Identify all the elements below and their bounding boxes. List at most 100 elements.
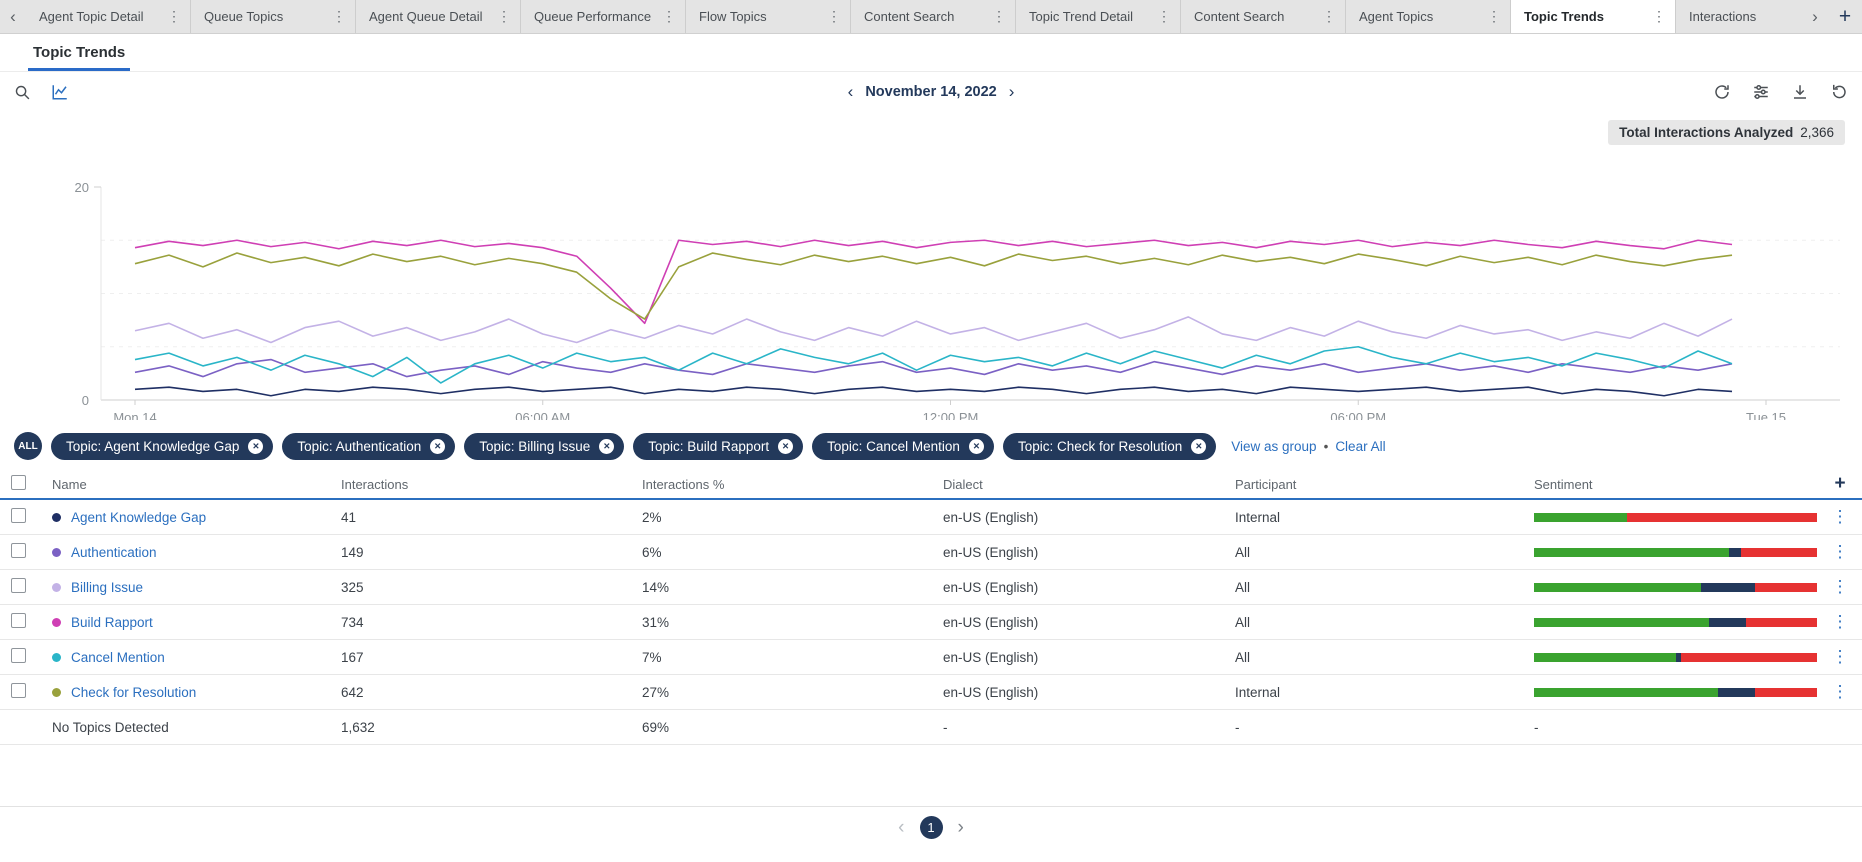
tab-menu-icon[interactable]: ⋮ bbox=[824, 8, 844, 25]
sentiment-segment bbox=[1681, 653, 1817, 662]
tab-topic-trend-detail[interactable]: Topic Trend Detail⋮ bbox=[1016, 0, 1181, 33]
download-icon bbox=[1791, 83, 1809, 101]
all-filter-button[interactable]: ALL bbox=[14, 432, 42, 460]
topic-link[interactable]: Check for Resolution bbox=[71, 685, 196, 700]
tab-queue-performance[interactable]: Queue Performance⋮ bbox=[521, 0, 686, 33]
interactions-cell: 41 bbox=[341, 510, 642, 525]
remove-filter-icon[interactable]: ✕ bbox=[1191, 439, 1206, 454]
add-column-icon[interactable]: + bbox=[1834, 473, 1845, 494]
tab-menu-icon[interactable]: ⋮ bbox=[659, 8, 679, 25]
topic-link[interactable]: Billing Issue bbox=[71, 580, 143, 595]
tab-agent-queue-detail[interactable]: Agent Queue Detail⋮ bbox=[356, 0, 521, 33]
date-label[interactable]: November 14, 2022 bbox=[865, 84, 996, 100]
row-checkbox[interactable] bbox=[11, 508, 26, 523]
remove-filter-icon[interactable]: ✕ bbox=[778, 439, 793, 454]
sentiment-cell bbox=[1534, 688, 1818, 697]
row-checkbox[interactable] bbox=[11, 683, 26, 698]
column-header-interactions[interactable]: Interactions bbox=[341, 477, 642, 492]
tab-interactions[interactable]: Interactions⋮ bbox=[1676, 0, 1802, 33]
filter-settings-button[interactable] bbox=[1750, 81, 1772, 103]
view-as-group-link[interactable]: View as group bbox=[1231, 439, 1316, 454]
column-header-dialect[interactable]: Dialect bbox=[943, 477, 1235, 492]
tabs-scroll-right-icon[interactable]: › bbox=[1802, 0, 1828, 33]
next-page-icon[interactable]: › bbox=[958, 817, 964, 839]
dialect-cell: en-US (English) bbox=[943, 545, 1235, 560]
tab-menu-icon[interactable]: ⋮ bbox=[329, 8, 349, 25]
row-menu-icon[interactable]: ⋮ bbox=[1832, 542, 1849, 561]
row-menu-icon[interactable]: ⋮ bbox=[1832, 647, 1849, 666]
topic-color-dot bbox=[52, 583, 61, 592]
sentiment-segment bbox=[1627, 513, 1817, 522]
undo-icon bbox=[1830, 83, 1848, 101]
sentiment-segment bbox=[1534, 583, 1701, 592]
row-menu-icon[interactable]: ⋮ bbox=[1832, 507, 1849, 526]
remove-filter-icon[interactable]: ✕ bbox=[969, 439, 984, 454]
topic-link[interactable]: Cancel Mention bbox=[71, 650, 165, 665]
subtab-topic-trends[interactable]: Topic Trends bbox=[28, 35, 130, 71]
previous-page-icon[interactable]: ‹ bbox=[898, 817, 904, 839]
row-menu-icon[interactable]: ⋮ bbox=[1832, 682, 1849, 701]
topic-color-dot bbox=[52, 653, 61, 662]
filter-chip-topic-check-for-resolution[interactable]: Topic: Check for Resolution✕ bbox=[1003, 433, 1216, 460]
refresh-button[interactable] bbox=[1711, 81, 1733, 103]
participant-cell: All bbox=[1235, 580, 1534, 595]
workspace-tabs: Agent Topic Detail⋮Queue Topics⋮Agent Qu… bbox=[26, 0, 1802, 33]
tab-content-search[interactable]: Content Search⋮ bbox=[851, 0, 1016, 33]
line-chart[interactable]: 200Mon 1406:00 AM12:00 PM06:00 PMTue 15 bbox=[0, 145, 1862, 420]
summary-row: Total Interactions Analyzed2,366 bbox=[0, 112, 1862, 145]
row-checkbox[interactable] bbox=[11, 613, 26, 628]
select-all-checkbox[interactable] bbox=[11, 475, 26, 490]
reset-button[interactable] bbox=[1828, 81, 1850, 103]
table-row: Check for Resolution64227%en-US (English… bbox=[0, 675, 1862, 710]
sentiment-segment bbox=[1534, 513, 1627, 522]
sentiment-cell bbox=[1534, 583, 1818, 592]
remove-filter-icon[interactable]: ✕ bbox=[599, 439, 614, 454]
row-checkbox[interactable] bbox=[11, 648, 26, 663]
tabs-scroll-left-icon[interactable]: ‹ bbox=[0, 0, 26, 33]
topic-link[interactable]: Agent Knowledge Gap bbox=[71, 510, 206, 525]
remove-filter-icon[interactable]: ✕ bbox=[430, 439, 445, 454]
filter-chip-topic-authentication[interactable]: Topic: Authentication✕ bbox=[282, 433, 455, 460]
line-chart-icon bbox=[51, 83, 69, 101]
remove-filter-icon[interactable]: ✕ bbox=[248, 439, 263, 454]
column-header-participant[interactable]: Participant bbox=[1235, 477, 1534, 492]
export-button[interactable] bbox=[1789, 81, 1811, 103]
filter-chip-topic-build-rapport[interactable]: Topic: Build Rapport✕ bbox=[633, 433, 803, 460]
row-checkbox[interactable] bbox=[11, 543, 26, 558]
row-checkbox[interactable] bbox=[11, 578, 26, 593]
tab-flow-topics[interactable]: Flow Topics⋮ bbox=[686, 0, 851, 33]
search-button[interactable] bbox=[12, 82, 33, 103]
row-menu-icon[interactable]: ⋮ bbox=[1832, 577, 1849, 596]
topic-link[interactable]: Build Rapport bbox=[71, 615, 153, 630]
row-menu-icon[interactable]: ⋮ bbox=[1832, 612, 1849, 631]
sentiment-segment bbox=[1534, 688, 1718, 697]
filter-chip-topic-cancel-mention[interactable]: Topic: Cancel Mention✕ bbox=[812, 433, 994, 460]
table-row: No Topics Detected1,63269%--- bbox=[0, 710, 1862, 745]
column-header-interactions-pct[interactable]: Interactions % bbox=[642, 477, 943, 492]
tab-queue-topics[interactable]: Queue Topics⋮ bbox=[191, 0, 356, 33]
tab-menu-icon[interactable]: ⋮ bbox=[1649, 8, 1669, 25]
topic-link[interactable]: Authentication bbox=[71, 545, 157, 560]
column-header-sentiment[interactable]: Sentiment bbox=[1534, 477, 1818, 492]
tab-menu-icon[interactable]: ⋮ bbox=[494, 8, 514, 25]
tab-menu-icon[interactable]: ⋮ bbox=[164, 8, 184, 25]
tab-menu-icon[interactable]: ⋮ bbox=[989, 8, 1009, 25]
column-header-name[interactable]: Name bbox=[44, 477, 341, 492]
page-number-button[interactable]: 1 bbox=[920, 816, 943, 839]
tab-agent-topic-detail[interactable]: Agent Topic Detail⋮ bbox=[26, 0, 191, 33]
filter-links: View as group • Clear All bbox=[1231, 439, 1385, 454]
tab-menu-icon[interactable]: ⋮ bbox=[1154, 8, 1174, 25]
add-tab-button[interactable]: + bbox=[1828, 0, 1862, 33]
dialect-cell: en-US (English) bbox=[943, 510, 1235, 525]
tab-menu-icon[interactable]: ⋮ bbox=[1484, 8, 1504, 25]
tab-content-search[interactable]: Content Search⋮ bbox=[1181, 0, 1346, 33]
clear-all-link[interactable]: Clear All bbox=[1335, 439, 1385, 454]
previous-day-button[interactable]: ‹ bbox=[848, 82, 854, 102]
total-interactions-value: 2,366 bbox=[1800, 125, 1834, 140]
filter-chip-topic-agent-knowledge-gap[interactable]: Topic: Agent Knowledge Gap✕ bbox=[51, 433, 273, 460]
filter-chip-topic-billing-issue[interactable]: Topic: Billing Issue✕ bbox=[464, 433, 624, 460]
tab-topic-trends[interactable]: Topic Trends⋮ bbox=[1511, 0, 1676, 33]
tab-menu-icon[interactable]: ⋮ bbox=[1319, 8, 1339, 25]
tab-agent-topics[interactable]: Agent Topics⋮ bbox=[1346, 0, 1511, 33]
chart-view-button[interactable] bbox=[49, 81, 71, 103]
